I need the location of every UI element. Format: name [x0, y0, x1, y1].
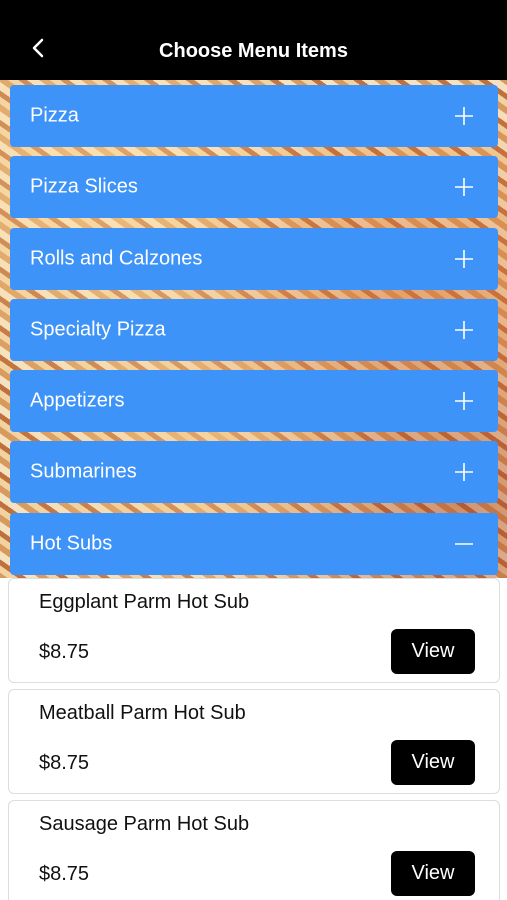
category-label: Rolls and Calzones [30, 247, 203, 270]
menu-item-card: Sausage Parm Hot Sub $8.75 View [8, 800, 500, 900]
item-name: Eggplant Parm Hot Sub [39, 591, 250, 613]
item-price: $8.75 [39, 752, 90, 774]
plus-icon [454, 177, 474, 197]
plus-icon [454, 320, 474, 340]
hot-subs-item-list: Eggplant Parm Hot Sub $8.75 View Meatbal… [0, 578, 507, 900]
item-price: $8.75 [39, 641, 90, 663]
plus-icon [454, 462, 474, 482]
category-label: Specialty Pizza [30, 318, 166, 341]
menu-item-card: Eggplant Parm Hot Sub $8.75 View [8, 578, 500, 683]
category-label: Appetizers [30, 389, 125, 412]
view-button[interactable]: View [391, 851, 475, 896]
view-button[interactable]: View [391, 629, 475, 674]
category-pizza-slices[interactable]: Pizza Slices [10, 156, 498, 218]
category-rolls-and-calzones[interactable]: Rolls and Calzones [10, 228, 498, 290]
menu-item-card: Meatball Parm Hot Sub $8.75 View [8, 689, 500, 794]
category-label: Pizza [30, 104, 79, 127]
top-bar: Choose Menu Items [0, 0, 507, 80]
minus-icon [454, 534, 474, 554]
page-title: Choose Menu Items [159, 40, 348, 62]
category-submarines[interactable]: Submarines [10, 441, 498, 503]
plus-icon [454, 106, 474, 126]
plus-icon [454, 249, 474, 269]
item-name: Meatball Parm Hot Sub [39, 702, 246, 724]
category-pizza[interactable]: Pizza [10, 85, 498, 147]
category-specialty-pizza[interactable]: Specialty Pizza [10, 299, 498, 361]
category-label: Hot Subs [30, 532, 113, 555]
category-label: Submarines [30, 460, 137, 483]
plus-icon [454, 391, 474, 411]
item-name: Sausage Parm Hot Sub [39, 813, 250, 835]
view-button[interactable]: View [391, 740, 475, 785]
category-label: Pizza Slices [30, 175, 138, 198]
category-appetizers[interactable]: Appetizers [10, 370, 498, 432]
category-hot-subs[interactable]: Hot Subs [10, 513, 498, 575]
item-price: $8.75 [39, 863, 90, 885]
